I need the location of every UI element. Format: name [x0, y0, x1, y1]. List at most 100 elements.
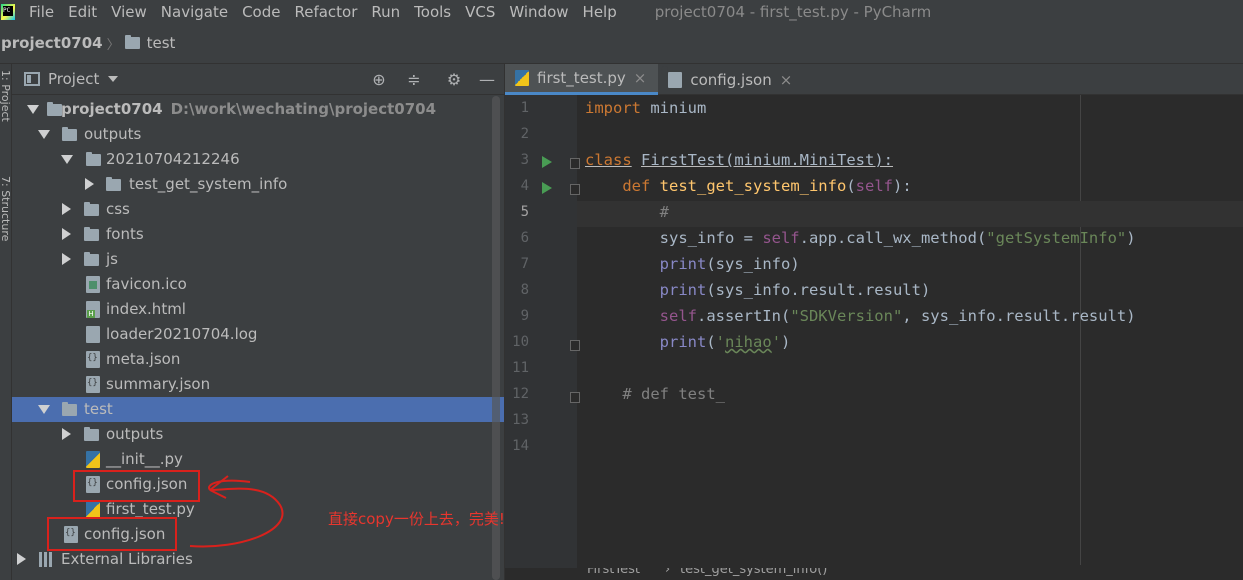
- menu-window[interactable]: Window: [509, 3, 568, 21]
- gear-icon[interactable]: ⚙: [445, 71, 463, 89]
- menu-vcs[interactable]: VCS: [465, 3, 495, 21]
- menu-view[interactable]: View: [111, 3, 147, 21]
- run-class-icon[interactable]: [542, 156, 552, 168]
- expand-arrow-icon[interactable]: [38, 405, 50, 414]
- json-file-icon: [668, 71, 683, 88]
- tree-item-label: meta.json: [106, 350, 181, 368]
- chevron-right-icon: ›: [665, 568, 671, 577]
- html-file-icon: [86, 301, 100, 318]
- menu-tools[interactable]: Tools: [414, 3, 451, 21]
- code-line-5: #: [659, 203, 669, 221]
- tree-item-label: outputs: [84, 125, 142, 143]
- code-line-1: import minium: [585, 99, 707, 117]
- menu-file[interactable]: File: [29, 3, 54, 21]
- tree-item-meta-json[interactable]: meta.json: [12, 347, 504, 372]
- locate-file-icon[interactable]: ⊕: [370, 71, 388, 89]
- tree-item-label: test_get_system_info: [129, 175, 288, 193]
- menu-edit[interactable]: Edit: [68, 3, 97, 21]
- tree-item-label: 20210704212246: [106, 150, 240, 168]
- chevron-right-icon: 〉: [106, 37, 120, 53]
- tree-item-favicon[interactable]: favicon.ico: [12, 272, 504, 297]
- line-number: 1: [520, 100, 529, 116]
- code-line-7: print(sys_info): [659, 255, 800, 273]
- tree-item-css[interactable]: css: [12, 197, 504, 222]
- annotation-text: 直接copy一份上去，完美!: [328, 510, 505, 528]
- collapse-arrow-icon[interactable]: [17, 553, 26, 565]
- tree-item-init-py[interactable]: __init__.py: [12, 447, 504, 472]
- collapse-arrow-icon[interactable]: [62, 203, 71, 215]
- tab-label: first_test.py: [537, 69, 626, 87]
- breadcrumb-method[interactable]: test_get_system_info(): [680, 568, 827, 577]
- code-line-4: def test_get_system_info(self):: [622, 177, 912, 195]
- tree-item-label: project0704 D:\work\wechating\project0704: [61, 100, 437, 118]
- collapse-arrow-icon[interactable]: [62, 428, 71, 440]
- tree-item-test-get-system-info[interactable]: test_get_system_info: [12, 172, 504, 197]
- menu-navigate[interactable]: Navigate: [161, 3, 228, 21]
- folder-icon: [47, 102, 62, 116]
- line-number: 3: [520, 152, 529, 168]
- menu-bar: PC File Edit View Navigate Code Refactor…: [0, 0, 1243, 23]
- tab-config-json[interactable]: config.json ×: [658, 64, 804, 95]
- tree-item-20210704212246[interactable]: 20210704212246: [12, 147, 504, 172]
- code-text-area[interactable]: import minium class FirstTest(minium.Min…: [577, 95, 1243, 580]
- expand-arrow-icon[interactable]: [27, 105, 39, 114]
- code-editor: first_test.py × config.json × 1 2 3 4 5 …: [504, 64, 1243, 580]
- tree-item-label: External Libraries: [61, 550, 193, 568]
- collapse-arrow-icon[interactable]: [62, 228, 71, 240]
- project-panel-header: Project ⊕ ≑ ⚙ —: [12, 64, 504, 95]
- line-number: 12: [512, 386, 529, 402]
- breadcrumb-class[interactable]: FirstTest: [587, 568, 640, 577]
- text-file-icon: [86, 326, 100, 343]
- tree-item-label: fonts: [106, 225, 144, 243]
- chevron-down-icon[interactable]: [108, 76, 119, 82]
- breadcrumb-project[interactable]: project0704: [1, 34, 103, 52]
- menu-help[interactable]: Help: [583, 3, 617, 21]
- current-line-highlight: [577, 201, 1243, 227]
- json-file-icon: [86, 351, 100, 368]
- project-tool-window-button[interactable]: 1: Project: [0, 70, 11, 122]
- run-test-icon[interactable]: [542, 182, 552, 194]
- pycharm-logo-icon: PC: [1, 3, 15, 20]
- collapse-arrow-icon[interactable]: [62, 253, 71, 265]
- tree-item-test-outputs[interactable]: outputs: [12, 422, 504, 447]
- editor-tab-bar: first_test.py × config.json ×: [505, 64, 1243, 95]
- tree-item-fonts[interactable]: fonts: [12, 222, 504, 247]
- project-panel-title[interactable]: Project: [48, 70, 99, 88]
- left-tool-window-strip: 1: Project 7: Structure: [0, 64, 12, 580]
- close-icon[interactable]: ×: [780, 71, 793, 89]
- menu-code[interactable]: Code: [242, 3, 280, 21]
- expand-arrow-icon[interactable]: [38, 130, 50, 139]
- tree-item-loader-log[interactable]: loader20210704.log: [12, 322, 504, 347]
- folder-icon: [62, 127, 77, 141]
- code-line-9: self.assertIn("SDKVersion", sys_info.res…: [659, 307, 1136, 325]
- tab-first-test-py[interactable]: first_test.py ×: [505, 64, 659, 95]
- tree-item-test[interactable]: test: [12, 397, 504, 422]
- tree-item-summary-json[interactable]: summary.json: [12, 372, 504, 397]
- hide-panel-icon[interactable]: —: [478, 71, 496, 89]
- breadcrumb-folder-test[interactable]: test: [147, 34, 176, 52]
- image-file-icon: [86, 276, 100, 293]
- line-number: 7: [520, 256, 529, 272]
- folder-icon: [106, 177, 121, 191]
- annotation-box-root-config: [47, 517, 177, 551]
- tree-item-label: js: [106, 250, 118, 268]
- python-file-icon: [515, 70, 529, 86]
- tree-item-js[interactable]: js: [12, 247, 504, 272]
- folder-icon: [62, 402, 77, 416]
- tree-item-project0704[interactable]: project0704 D:\work\wechating\project0704: [12, 97, 504, 122]
- python-file-icon: [86, 501, 100, 518]
- tree-item-outputs[interactable]: outputs: [12, 122, 504, 147]
- close-icon[interactable]: ×: [634, 69, 647, 87]
- editor-gutter[interactable]: 1 2 3 4 5 6 7 8 9 10 11 12 13 14: [505, 95, 580, 580]
- menu-run[interactable]: Run: [371, 3, 400, 21]
- line-number: 8: [520, 282, 529, 298]
- json-file-icon: [86, 376, 100, 393]
- collapse-arrow-icon[interactable]: [85, 178, 94, 190]
- structure-tool-window-button[interactable]: 7: Structure: [0, 176, 11, 241]
- line-number: 11: [512, 360, 529, 376]
- tree-item-label: favicon.ico: [106, 275, 187, 293]
- collapse-all-icon[interactable]: ≑: [405, 71, 423, 89]
- menu-refactor[interactable]: Refactor: [294, 3, 357, 21]
- expand-arrow-icon[interactable]: [61, 155, 73, 164]
- tree-item-index-html[interactable]: index.html: [12, 297, 504, 322]
